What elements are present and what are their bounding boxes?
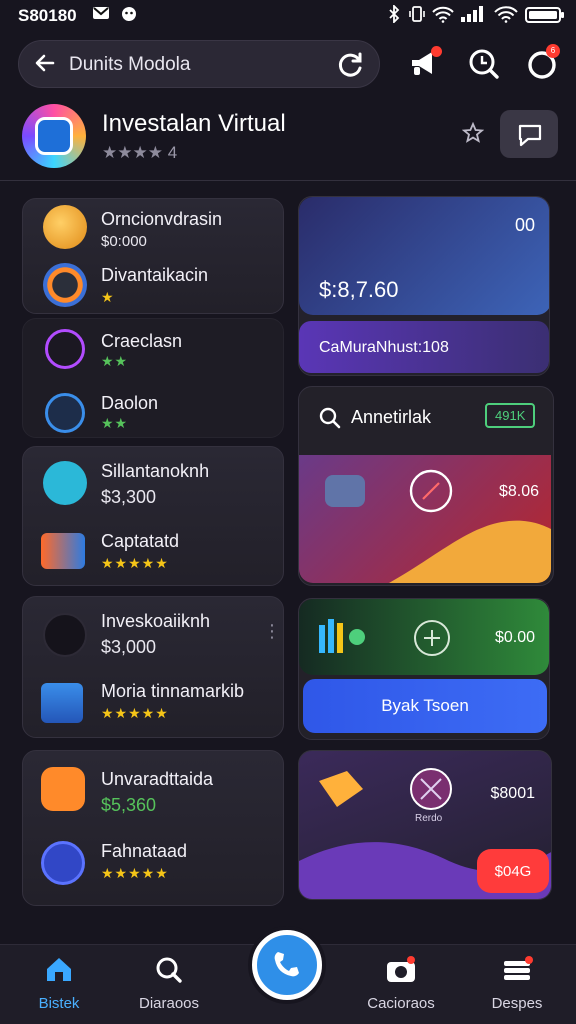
item-name: Fahnataad	[101, 841, 188, 861]
balance-label: CaMuraNhust:108	[319, 339, 449, 356]
app-logo	[22, 104, 86, 168]
notification-icon[interactable]: 6	[522, 44, 562, 84]
moon-icon	[43, 613, 87, 657]
item-name: Inveskoaiiknh	[101, 611, 211, 631]
promo-button[interactable]: $04G	[477, 849, 549, 893]
status-time: S80180	[18, 6, 77, 25]
search-bar[interactable]: Dunits Modola	[18, 40, 380, 88]
rating-value: 4	[167, 143, 178, 162]
item-value: $0:000	[101, 233, 147, 250]
item-name: Daolon	[101, 393, 159, 413]
promo-card[interactable]: Rerdo $8001 $04G	[298, 750, 552, 900]
item-stars: ★★★★★	[101, 865, 169, 881]
coin-icon	[43, 205, 87, 249]
search-text[interactable]: Dunits Modola	[69, 54, 190, 76]
portfolio-card-1[interactable]: Orncionvdrasin $0:000 Divantaikacin ★	[22, 198, 284, 314]
item-name: Divantaikacin	[101, 265, 209, 285]
item-value: $5,360	[101, 795, 157, 815]
wifi-icon-2	[494, 5, 518, 28]
item-stars: ★★★★★	[101, 555, 169, 571]
analytics-badge: 491K	[485, 403, 536, 428]
refresh-icon[interactable]	[337, 51, 365, 84]
portfolio-card-2[interactable]: Craeclasn ★★ Daolon ★★	[22, 318, 284, 438]
app-rating: ★★★★ 4	[102, 143, 177, 163]
portfolio-card-5[interactable]: Unvaradttaida $5,360 Fahnataad ★★★★★	[22, 750, 284, 906]
nav-item-search[interactable]: Diaraoos	[114, 955, 224, 1012]
item-stars: ★	[101, 289, 115, 305]
nav-label: Cacioraos	[367, 995, 435, 1012]
zoom-icon[interactable]	[464, 44, 504, 84]
battery-icon	[525, 6, 565, 29]
globe-icon	[45, 393, 85, 433]
item-name: Sillantanoknh	[101, 461, 210, 481]
add-icon[interactable]	[413, 619, 451, 662]
balance-corner: 00	[514, 215, 535, 235]
home-icon	[4, 955, 114, 989]
briefcase-icon	[41, 533, 85, 569]
chat-icon	[518, 124, 542, 147]
balance-amount: $:8,7.60	[319, 277, 399, 302]
item-stars: ★★	[101, 415, 129, 431]
portfolio-card-3[interactable]: Sillantanoknh $3,300 Captatatd ★★★★★	[22, 446, 284, 586]
nav-item-home[interactable]: Bistek	[4, 955, 114, 1012]
item-name: Orncionvdrasin	[101, 209, 223, 229]
growth-card[interactable]: $0.00 Byak Tsoen	[298, 598, 550, 740]
call-fab-button[interactable]	[252, 930, 322, 1000]
vibrate-icon	[408, 5, 426, 28]
app-title: Investalan Virtual	[102, 110, 286, 137]
portfolio-card-4[interactable]: Inveskoaiiknh $3,000 ⋮ Moria tinnamarkib…	[22, 596, 284, 738]
item-stars: ★★	[101, 353, 129, 369]
pin-icon[interactable]	[461, 121, 485, 150]
gear-icon	[43, 263, 87, 307]
more-icon[interactable]: ⋮	[263, 621, 281, 642]
chat-button[interactable]	[500, 110, 558, 158]
analytics-card[interactable]: Annetirlak 491K $8.06	[298, 386, 554, 586]
analytics-price: $8.06	[498, 483, 539, 500]
item-name: Captatatd	[101, 531, 180, 551]
chart-app-icon	[43, 461, 87, 505]
promo-caption: Rerdo	[415, 813, 443, 824]
item-name: Craeclasn	[101, 331, 183, 351]
item-name: Unvaradttaida	[101, 769, 214, 789]
nav-item-stack[interactable]: Despes	[462, 955, 572, 1012]
signal-icon	[460, 5, 486, 28]
status-bar: S80180	[0, 0, 576, 32]
promo-price: $8001	[490, 785, 536, 802]
divider	[0, 180, 576, 181]
nav-label: Despes	[491, 995, 543, 1012]
mail-icon	[92, 5, 110, 26]
crypto-icon	[45, 329, 85, 369]
notes-icon	[41, 767, 85, 811]
item-stars: ★★★★★	[101, 705, 169, 721]
calculator-icon	[41, 683, 83, 723]
camera-icon	[346, 955, 456, 989]
item-name: Moria tinnamarkib	[101, 681, 245, 701]
cat-icon	[120, 5, 138, 26]
magnifier-icon	[114, 955, 224, 989]
item-value: $3,300	[101, 487, 157, 507]
rating-stars: ★★★★	[102, 143, 163, 162]
nav-label: Bistek	[38, 995, 80, 1012]
announcement-icon[interactable]	[406, 44, 446, 84]
wifi-icon	[432, 5, 454, 28]
back-arrow-icon[interactable]	[33, 51, 57, 82]
robot-icon	[41, 841, 85, 885]
search-icon	[319, 407, 341, 434]
nav-label: Diaraoos	[138, 995, 200, 1012]
phone-icon	[274, 952, 299, 977]
bluetooth-icon	[388, 3, 400, 28]
balance-card[interactable]: 00 $:8,7.60 CaMuraNhust:108	[298, 196, 550, 376]
nav-item-camera[interactable]: Cacioraos	[346, 955, 456, 1012]
item-value: $3,000	[101, 637, 157, 657]
growth-price: $0.00	[494, 629, 535, 646]
buy-button[interactable]: Byak Tsoen	[303, 679, 547, 733]
stack-icon	[462, 955, 572, 989]
analytics-title: Annetirlak	[351, 407, 432, 427]
bars-icon	[319, 619, 365, 653]
analytics-chart: $8.06	[299, 455, 551, 583]
growth-panel: $0.00	[299, 599, 549, 675]
